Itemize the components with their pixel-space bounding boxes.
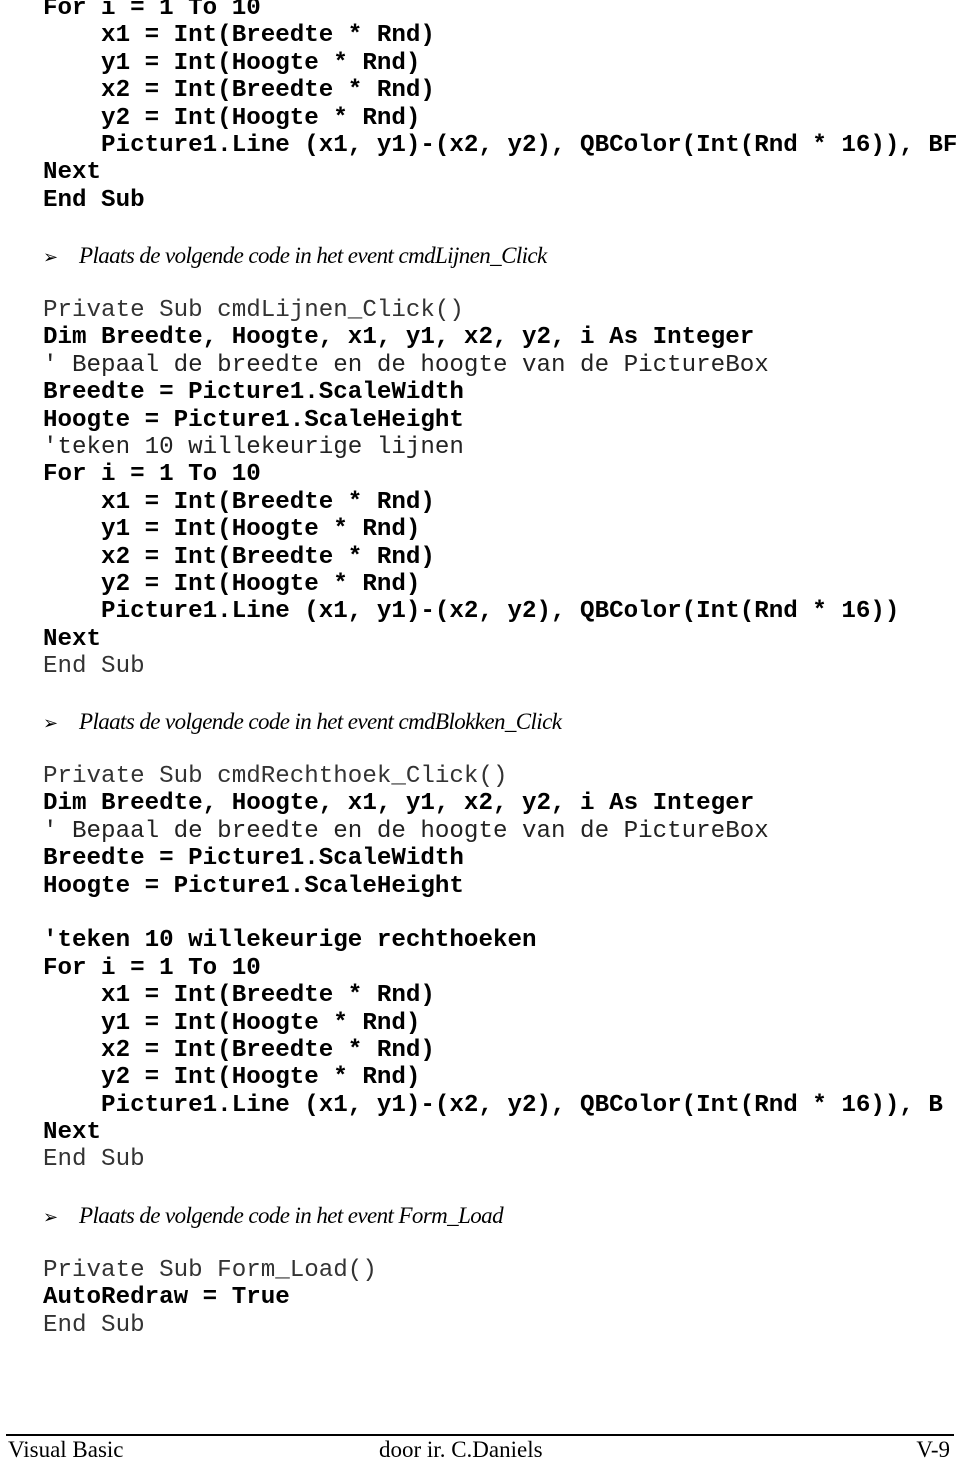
code-line: For i = 1 To 10	[43, 0, 261, 22]
code-line: Picture1.Line (x1, y1)-(x2, y2), QBColor…	[43, 598, 900, 626]
code-line: Private Sub Form_Load()	[43, 1257, 377, 1284]
code-line: y2 = Int(Hoogte * Rnd)	[43, 104, 421, 132]
code-line: End Sub	[43, 186, 145, 214]
code-line: ' Bepaal de breedte en de hoogte van de …	[43, 351, 769, 379]
footer-divider	[6, 1434, 954, 1436]
code-line: y1 = Int(Hoogte * Rnd)	[43, 516, 421, 544]
code-line: Picture1.Line (x1, y1)-(x2, y2), QBColor…	[43, 131, 958, 159]
code-line: x2 = Int(Breedte * Rnd)	[43, 1036, 435, 1064]
code-line: x1 = Int(Breedte * Rnd)	[43, 22, 435, 50]
code-line: Private Sub cmdLijnen_Click()	[43, 297, 464, 324]
code-line: Breedte = Picture1.ScaleWidth	[43, 845, 464, 873]
code-line: y1 = Int(Hoogte * Rnd)	[43, 1009, 421, 1037]
instruction-text: Plaats de volgende code in het event cmd…	[79, 243, 547, 268]
code-line: x1 = Int(Breedte * Rnd)	[43, 488, 435, 516]
code-line: End Sub	[43, 653, 145, 681]
code-line: End Sub	[43, 1146, 145, 1174]
instruction-form-load: ➢ Plaats de volgende code in het event Fo…	[43, 1202, 504, 1231]
arrow-bullet-icon: ➢	[43, 713, 58, 733]
footer-center: door ir. C.Daniels	[379, 1437, 543, 1462]
code-line: 'teken 10 willekeurige lijnen	[43, 433, 464, 461]
code-line: Hoogte = Picture1.ScaleHeight	[43, 406, 464, 434]
code-line: Private Sub cmdRechthoek_Click()	[43, 763, 508, 790]
code-block-1: For i = 1 To 10 x1 = Int(Breedte * Rnd) …	[43, 0, 957, 214]
code-line: y2 = Int(Hoogte * Rnd)	[43, 1064, 421, 1092]
arrow-bullet-icon: ➢	[43, 1207, 58, 1227]
code-line: x2 = Int(Breedte * Rnd)	[43, 77, 435, 105]
code-line: AutoRedraw = True	[43, 1284, 290, 1312]
code-line: Dim Breedte, Hoogte, x1, y1, x2, y2, i A…	[43, 324, 755, 352]
code-line: For i = 1 To 10	[43, 461, 261, 489]
instruction-cmdblokken: ➢ Plaats de volgende code in het event cm…	[43, 708, 562, 737]
instruction-cmdlijnen: ➢ Plaats de volgende code in het event cm…	[43, 242, 547, 271]
instruction-text: Plaats de volgende code in het event cmd…	[79, 709, 562, 734]
instruction-text: Plaats de volgende code in het event For…	[79, 1203, 504, 1228]
code-line: Next	[43, 159, 102, 187]
code-line: x2 = Int(Breedte * Rnd)	[43, 543, 435, 571]
code-line: x1 = Int(Breedte * Rnd)	[43, 982, 435, 1010]
code-line: y2 = Int(Hoogte * Rnd)	[43, 570, 421, 598]
code-line: Picture1.Line (x1, y1)-(x2, y2), QBColor…	[43, 1091, 943, 1119]
code-block-cmdrechthoek: Private Sub cmdRechthoek_Click() Dim Bree…	[43, 763, 943, 1174]
code-block-cmdlijnen: Private Sub cmdLijnen_Click() Dim Breedte…	[43, 297, 899, 680]
code-line: Next	[43, 625, 102, 653]
code-line: For i = 1 To 10	[43, 954, 261, 982]
arrow-bullet-icon: ➢	[43, 247, 58, 267]
code-block-form-load: Private Sub Form_Load() AutoRedraw = True…	[43, 1257, 377, 1339]
footer-left: Visual Basic	[8, 1437, 124, 1462]
code-line: 'teken 10 willekeurige rechthoeken	[43, 927, 537, 955]
code-line: Next	[43, 1119, 102, 1147]
code-line: y1 = Int(Hoogte * Rnd)	[43, 49, 421, 77]
code-line: ' Bepaal de breedte en de hoogte van de …	[43, 817, 769, 845]
code-line: Breedte = Picture1.ScaleWidth	[43, 379, 464, 407]
code-line: Hoogte = Picture1.ScaleHeight	[43, 872, 464, 900]
code-line: End Sub	[43, 1311, 145, 1339]
footer-page-number: V-9	[916, 1437, 950, 1462]
code-line: Dim Breedte, Hoogte, x1, y1, x2, y2, i A…	[43, 790, 755, 818]
